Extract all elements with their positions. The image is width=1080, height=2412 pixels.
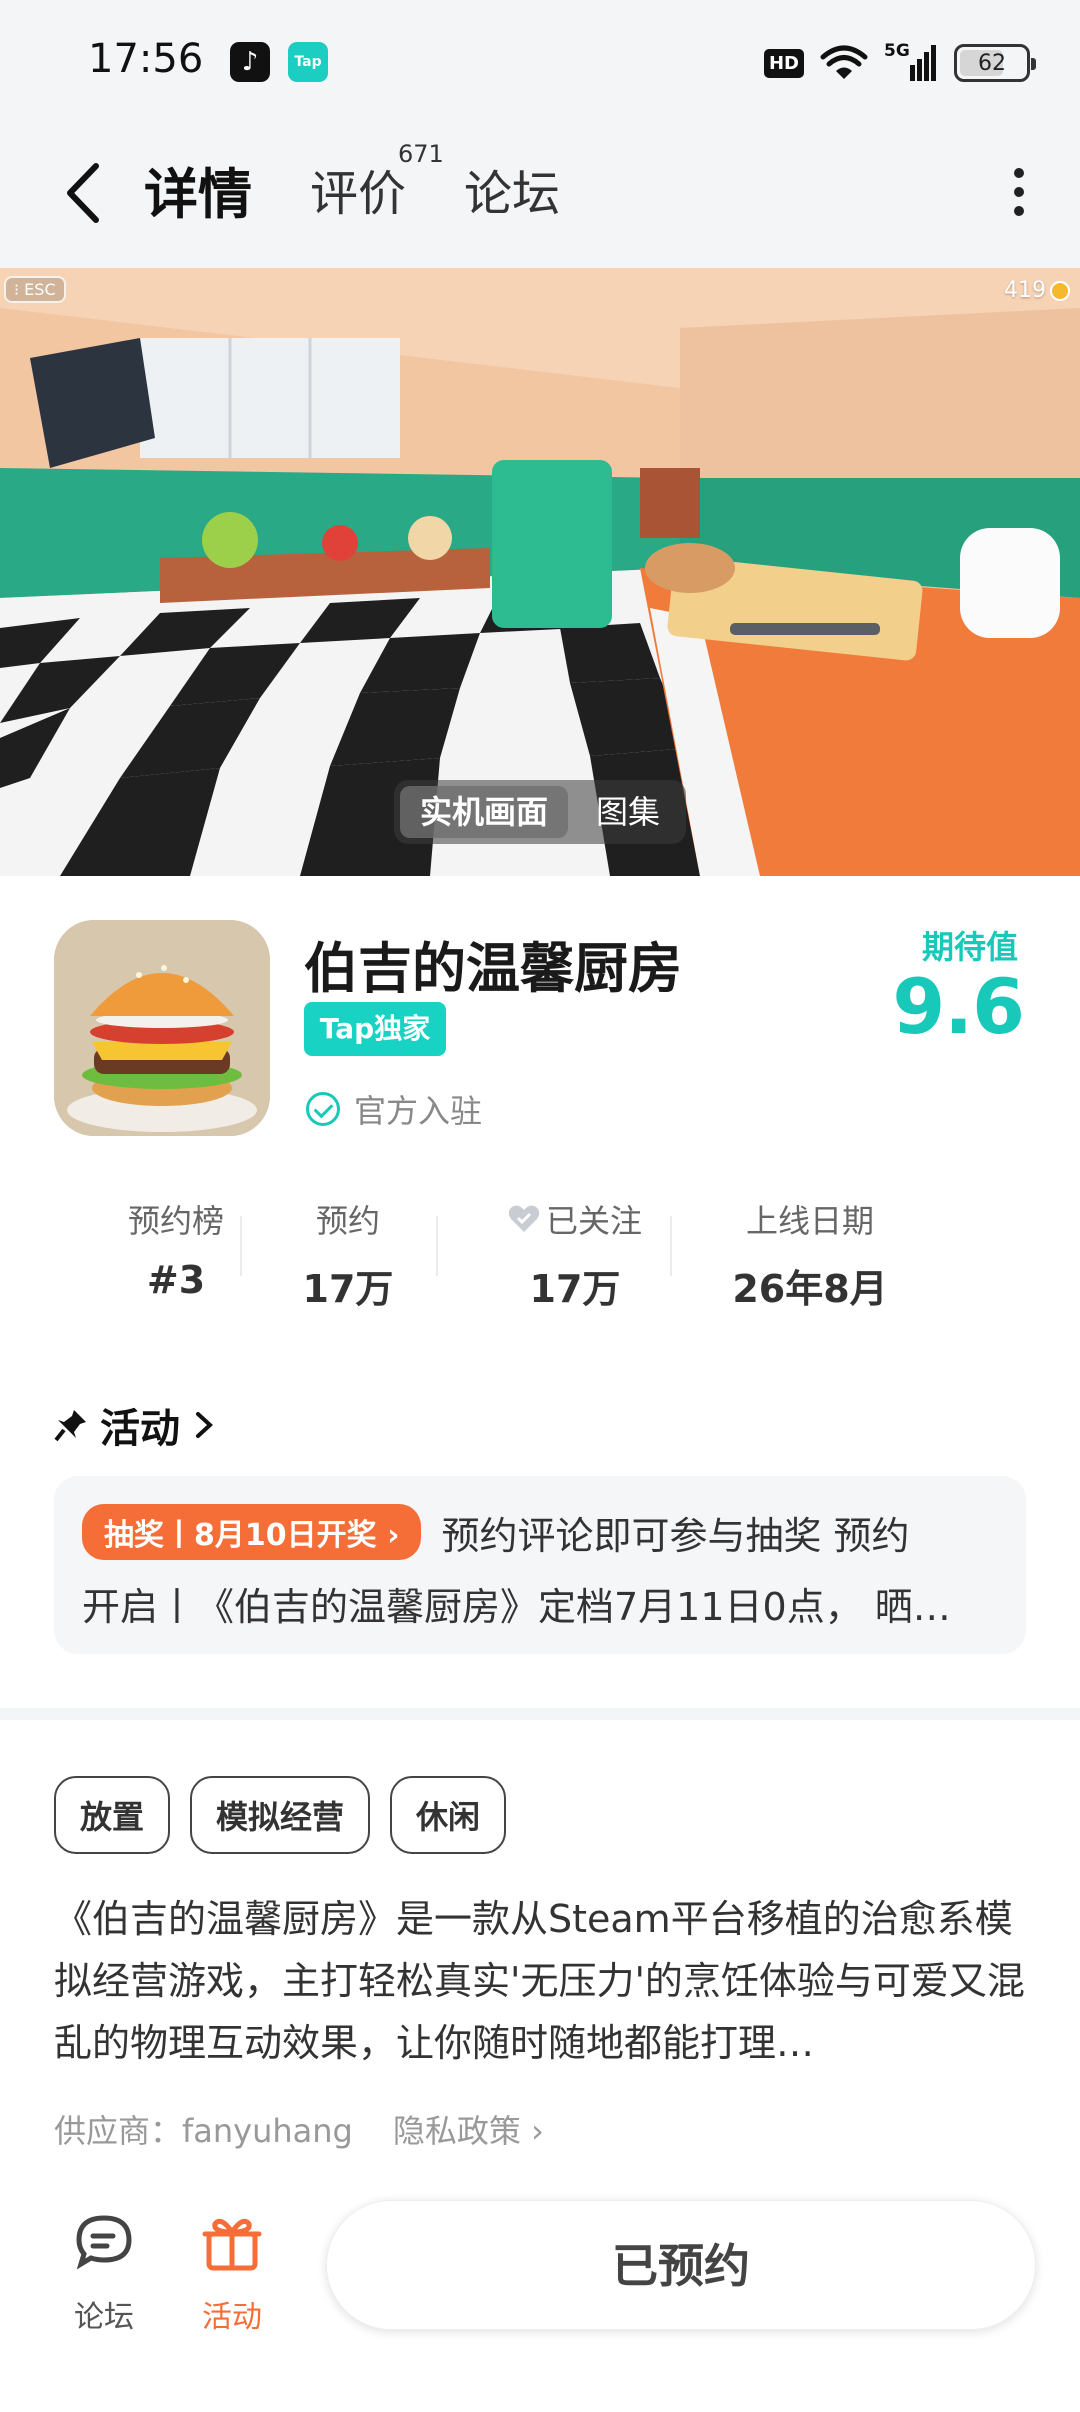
activity-text-line2: 开启丨《伯吉的温馨厨房》定档7月11日0点， 晒… (82, 1585, 951, 1629)
top-nav: 详情 评价 671 论坛 (0, 120, 1080, 268)
reserved-button[interactable]: 已预约 (326, 2200, 1036, 2330)
review-count-badge: 671 (398, 140, 444, 168)
activity-card[interactable]: 抽奖丨8月10日开奖 › 预约评论即可参与抽奖 预约 开启丨《伯吉的温馨厨房》定… (54, 1476, 1026, 1654)
stat-following[interactable]: 已关注 17万 (460, 1196, 690, 1313)
stat-reservations: 预约 17万 (302, 1202, 394, 1311)
game-score: 419 (1004, 278, 1070, 303)
forum-button[interactable]: 论坛 (54, 2210, 154, 2336)
stats-row: 预约榜 #3 预约 17万 已关注 17万 上线日期 26年8月 (40, 1196, 920, 1311)
game-screenshot-carousel[interactable]: ⁝ ESC 419 实机画面 图集 (0, 268, 1080, 876)
esc-button: ⁝ ESC (4, 276, 66, 303)
tab-reviews[interactable]: 评价 (310, 154, 406, 224)
heart-icon (508, 1205, 540, 1232)
back-arrow-icon[interactable] (58, 158, 118, 228)
game-title: 伯吉的温馨厨房 (304, 937, 682, 1000)
lottery-badge[interactable]: 抽奖丨8月10日开奖 › (82, 1504, 422, 1560)
stat-rank[interactable]: 预约榜 #3 (86, 1196, 266, 1302)
gift-icon (202, 2218, 262, 2271)
chevron-right-icon (196, 1412, 213, 1438)
verified-check-icon (306, 1092, 340, 1126)
status-time: 17:56 (88, 36, 204, 82)
expectation-score: 9.6 (892, 962, 1025, 1051)
tiktok-app-icon: ♪ (230, 42, 270, 82)
pin-icon (54, 1410, 86, 1442)
provider-row: 供应商：fanyuhang 隐私政策 › (54, 2106, 544, 2152)
activity-text-line1: 预约评论即可参与抽奖 预约 (441, 1513, 910, 1558)
tab-gameplay-video[interactable]: 实机画面 (400, 786, 569, 838)
section-divider (0, 1708, 1080, 1720)
game-description[interactable]: 《伯吉的温馨厨房》是一款从Steam平台移植的治愈系模拟经营游戏，主打轻松真实'… (54, 1888, 1026, 2074)
tap-exclusive-badge: Tap独家 (304, 1002, 446, 1056)
more-options-icon[interactable] (1004, 162, 1034, 222)
signal-icon: 5G (884, 41, 938, 83)
tab-gallery[interactable]: 图集 (576, 786, 680, 838)
stat-release-date: 上线日期 26年8月 (732, 1202, 888, 1311)
tag-idle[interactable]: 放置 (54, 1776, 171, 1854)
game-icon[interactable] (54, 920, 270, 1136)
status-icons: HD 5G 62 (763, 38, 1036, 88)
wifi-icon (820, 45, 868, 79)
status-bar: 17:56 ♪ Tap HD 5G 62 (0, 0, 1080, 120)
bottom-action-bar: 论坛 活动 已预约 (0, 2176, 1080, 2412)
battery-level: 62 (978, 50, 1006, 76)
tag-list: 放置 模拟经营 休闲 (54, 1776, 507, 1854)
forum-chat-icon (76, 2215, 132, 2270)
privacy-policy-link[interactable]: 隐私政策 › (393, 2106, 544, 2152)
activity-header[interactable]: 活动 (54, 1396, 216, 1454)
battery-icon: 62 (954, 44, 1036, 82)
official-verified: 官方入驻 (306, 1086, 482, 1132)
hd-icon: HD (763, 48, 804, 78)
coin-icon (1050, 280, 1070, 301)
media-tabs: 实机画面 图集 (394, 780, 687, 844)
tag-simulation[interactable]: 模拟经营 (190, 1776, 371, 1854)
burger-icon (54, 920, 270, 1136)
activity-button[interactable]: 活动 (182, 2210, 282, 2336)
tab-forum[interactable]: 论坛 (464, 154, 560, 224)
tab-details[interactable]: 详情 (138, 150, 256, 229)
taptap-app-icon: Tap (288, 42, 328, 82)
provider-label: 供应商：fanyuhang (54, 2112, 353, 2150)
tag-casual[interactable]: 休闲 (390, 1776, 507, 1854)
